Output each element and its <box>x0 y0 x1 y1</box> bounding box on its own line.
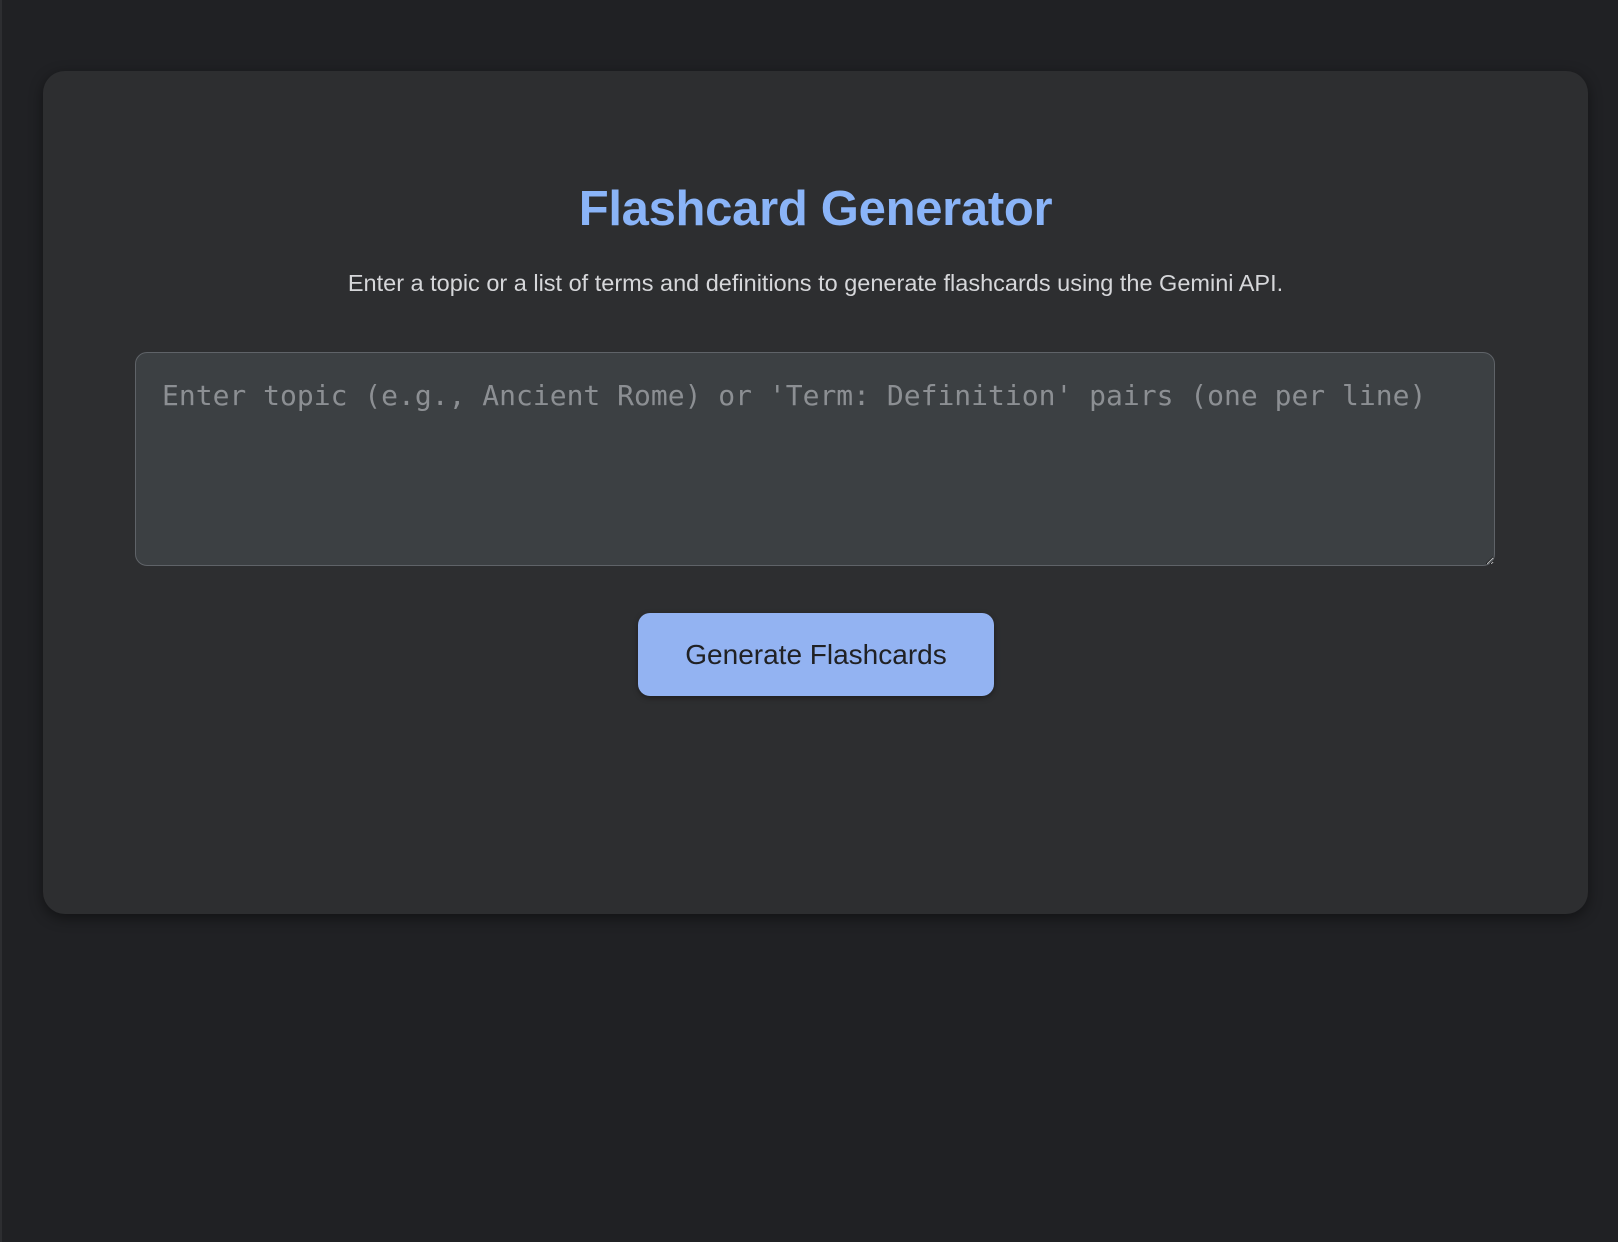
generate-flashcards-button[interactable]: Generate Flashcards <box>638 613 994 696</box>
flashcard-generator-card: Flashcard Generator Enter a topic or a l… <box>43 71 1588 914</box>
page-description: Enter a topic or a list of terms and def… <box>347 270 1284 296</box>
topic-input[interactable] <box>135 352 1495 566</box>
page-title: Flashcard Generator <box>578 182 1053 236</box>
window-edge-divider <box>0 0 2 1242</box>
